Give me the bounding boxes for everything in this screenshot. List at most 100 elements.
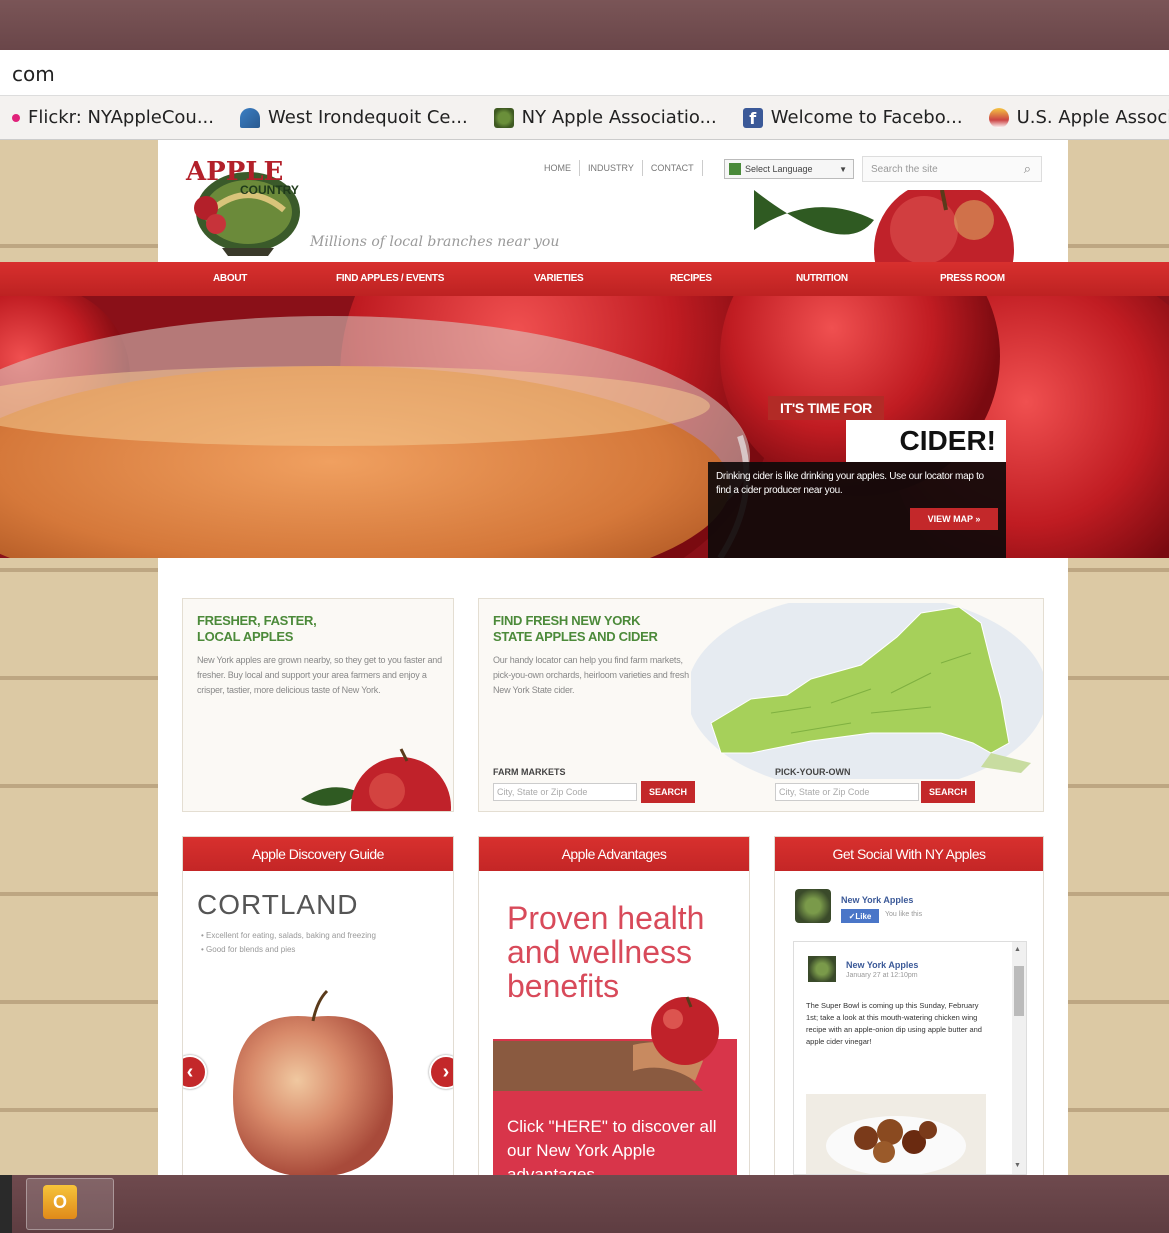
- advantages-card-header: Apple Advantages: [479, 837, 749, 871]
- fresher-title-line1: FRESHER, FASTER,: [197, 613, 317, 628]
- google-translate-icon: [729, 163, 741, 175]
- outlook-icon: O: [43, 1185, 77, 1219]
- nav-varieties[interactable]: VARIETIES: [534, 273, 584, 284]
- pick-your-own-input[interactable]: City, State or Zip Code: [775, 783, 919, 801]
- farm-markets-search-button[interactable]: SEARCH: [641, 781, 695, 803]
- bookmark-label: Flickr: NYAppleCou...: [28, 107, 215, 128]
- bookmark-flickr[interactable]: Flickr: NYAppleCou...: [12, 107, 214, 128]
- svg-text:COUNTRY: COUNTRY: [240, 183, 299, 197]
- apple-country-logo[interactable]: APPLE COUNTRY: [182, 150, 308, 258]
- usapple-icon: [988, 107, 1009, 128]
- feed-scrollbar[interactable]: ▲ ▼: [1012, 942, 1026, 1174]
- finder-title-line1: FIND FRESH NEW YORK: [493, 613, 641, 628]
- advantages-cta[interactable]: Click "HERE" to discover all our New Yor…: [507, 1115, 717, 1175]
- search-placeholder: Search the site: [871, 163, 938, 175]
- flickr-icon: [12, 113, 20, 122]
- ny-apples-avatar[interactable]: [795, 889, 831, 923]
- cortland-apple-image: [233, 989, 393, 1175]
- advantages-headline: Proven health and wellness benefits: [507, 900, 705, 1004]
- main-nav: ABOUT FIND APPLES / EVENTS VARIETIES REC…: [0, 262, 1169, 296]
- top-nav-contact[interactable]: CONTACT: [651, 163, 694, 173]
- facebook-page-name[interactable]: New York Apples: [841, 895, 913, 905]
- browser-titlebar: [0, 0, 1169, 50]
- nav-nutrition[interactable]: NUTRITION: [796, 273, 848, 284]
- variety-bullet-text: Good for blends and pies: [206, 945, 296, 954]
- variety-bullet: • Excellent for eating, salads, baking a…: [201, 931, 376, 940]
- variety-bullet-text: Excellent for eating, salads, baking and…: [206, 931, 376, 940]
- facebook-icon: f: [742, 107, 763, 128]
- discovery-card-header: Apple Discovery Guide: [183, 837, 453, 871]
- carousel-prev-button[interactable]: ‹: [183, 1055, 207, 1089]
- farm-markets-label: FARM MARKETS: [493, 767, 566, 777]
- carousel-next-button[interactable]: ›: [429, 1055, 453, 1089]
- bookmark-west-irondequoit[interactable]: West Irondequoit Ce...: [240, 107, 468, 128]
- url-text: com: [12, 62, 55, 86]
- find-apples-panel: FIND FRESH NEW YORK STATE APPLES AND CID…: [478, 598, 1044, 812]
- chevron-down-icon: ▼: [839, 164, 847, 174]
- post-avatar: [808, 956, 836, 982]
- address-bar[interactable]: com: [0, 50, 1169, 96]
- screen: com Flickr: NYAppleCou... West Irondequo…: [0, 0, 1169, 1233]
- bookmarks-bar: Flickr: NYAppleCou... West Irondequoit C…: [0, 96, 1169, 140]
- bookmark-facebook[interactable]: f Welcome to Facebo...: [742, 107, 963, 128]
- bookmark-us-apple[interactable]: U.S. Apple Associati...: [988, 107, 1169, 128]
- outlook-taskbar-button[interactable]: O: [26, 1178, 114, 1230]
- post-time: January 27 at 12:10pm: [846, 972, 918, 979]
- variety-bullets: • Excellent for eating, salads, baking a…: [201, 929, 441, 957]
- scrollbar-thumb[interactable]: [1014, 966, 1024, 1016]
- facebook-feed[interactable]: New York Apples January 27 at 12:10pm Th…: [793, 941, 1027, 1175]
- fresher-title-line2: LOCAL APPLES: [197, 629, 294, 644]
- top-nav-home[interactable]: HOME: [544, 163, 571, 173]
- apple-advantages-card: Apple Advantages Proven health and welln…: [478, 836, 750, 1176]
- hero-headline: CIDER!: [846, 420, 1006, 462]
- bookmark-label: U.S. Apple Associati...: [1016, 107, 1169, 128]
- search-icon[interactable]: ⌕: [1024, 161, 1031, 177]
- fresher-title: FRESHER, FASTER, LOCAL APPLES: [197, 613, 317, 645]
- finder-title-line2: STATE APPLES AND CIDER: [493, 629, 658, 644]
- header-apple-image: [754, 190, 1014, 266]
- hand-apple-image: [493, 996, 719, 1091]
- like-label: Like: [855, 911, 872, 921]
- finder-title: FIND FRESH NEW YORK STATE APPLES AND CID…: [493, 613, 658, 645]
- get-social-card: Get Social With NY Apples New York Apple…: [774, 836, 1044, 1176]
- social-card-header: Get Social With NY Apples: [775, 837, 1043, 871]
- bookmark-ny-apple-association[interactable]: NY Apple Associatio...: [493, 107, 717, 128]
- advantages-promo[interactable]: Click "HERE" to discover all our New Yor…: [493, 996, 737, 1175]
- taskbar: [0, 1175, 1169, 1233]
- divider: [641, 160, 643, 176]
- bookmark-label: NY Apple Associatio...: [521, 107, 717, 128]
- pick-your-own-label: PICK-YOUR-OWN: [775, 767, 851, 777]
- finder-body: Our handy locator can help you find farm…: [493, 655, 689, 695]
- nav-recipes[interactable]: RECIPES: [670, 273, 712, 284]
- view-map-button[interactable]: VIEW MAP »: [910, 508, 998, 530]
- variety-name: CORTLAND: [197, 889, 359, 920]
- taskbar-edge: [0, 1175, 12, 1233]
- post-author[interactable]: New York Apples: [846, 960, 918, 970]
- ny-state-map[interactable]: [691, 603, 1043, 779]
- nav-about[interactable]: ABOUT: [213, 273, 247, 284]
- top-nav-industry[interactable]: INDUSTRY: [588, 163, 634, 173]
- apple-discovery-card: Apple Discovery Guide CORTLAND • Excelle…: [182, 836, 454, 1176]
- fresher-faster-panel: FRESHER, FASTER, LOCAL APPLES New York a…: [182, 598, 454, 812]
- post-text: The Super Bowl is coming up this Sunday,…: [806, 1001, 982, 1046]
- fresher-body: New York apples are grown nearby, so the…: [197, 655, 442, 695]
- language-select[interactable]: Select Language ▼: [724, 159, 854, 179]
- nav-find-apples-events[interactable]: FIND APPLES / EVENTS: [336, 273, 444, 284]
- language-label: Select Language: [745, 164, 813, 174]
- apple-association-icon: [493, 107, 514, 128]
- hero-body: Drinking cider is like drinking your app…: [716, 471, 984, 496]
- chicken-wings-image: [806, 1094, 986, 1174]
- scroll-up-icon[interactable]: ▲: [1014, 946, 1021, 953]
- nav-press-room[interactable]: PRESS ROOM: [940, 273, 1005, 284]
- school-icon: [240, 107, 261, 128]
- site-search-input[interactable]: Search the site ⌕: [862, 156, 1042, 182]
- bookmark-label: Welcome to Facebo...: [770, 107, 963, 128]
- divider: [701, 160, 703, 176]
- bookmark-label: West Irondequoit Ce...: [268, 107, 468, 128]
- farm-markets-input[interactable]: City, State or Zip Code: [493, 783, 637, 801]
- scroll-down-icon[interactable]: ▼: [1014, 1162, 1021, 1169]
- likes-text: You like this: [885, 911, 923, 918]
- variety-bullet: • Good for blends and pies: [201, 945, 296, 954]
- facebook-like-button[interactable]: ✓ Like: [841, 909, 879, 923]
- pick-your-own-search-button[interactable]: SEARCH: [921, 781, 975, 803]
